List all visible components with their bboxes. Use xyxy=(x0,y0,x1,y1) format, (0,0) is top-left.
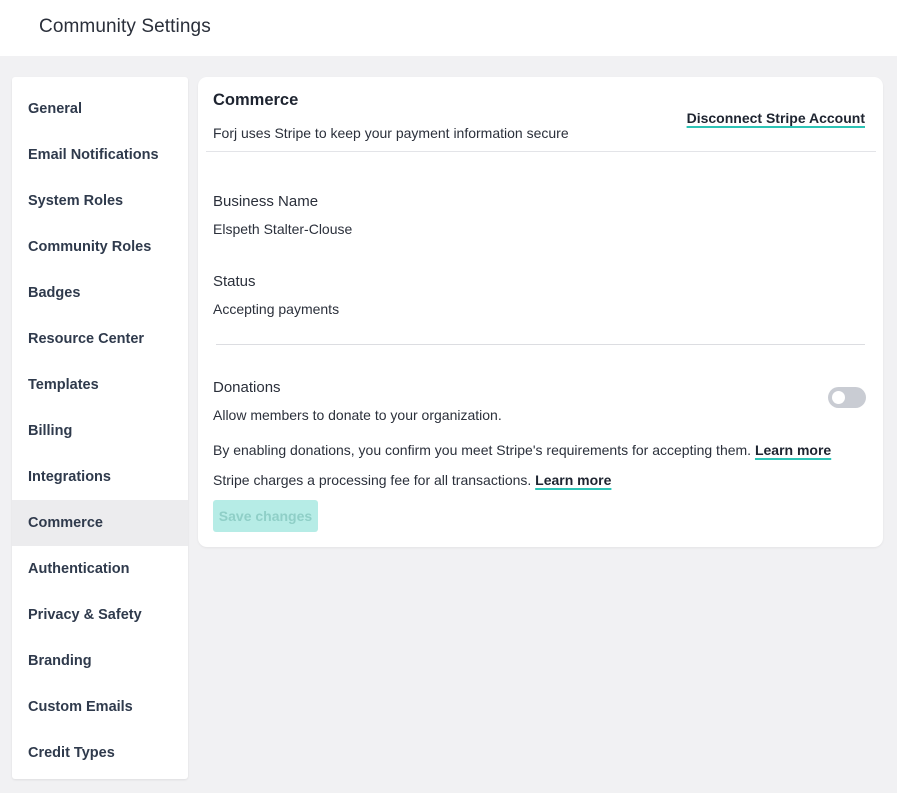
top-header: Community Settings xyxy=(0,0,897,56)
commerce-subtitle: Forj uses Stripe to keep your payment in… xyxy=(213,125,569,141)
sidebar-item-credit-types[interactable]: Credit Types xyxy=(12,730,188,776)
commerce-title: Commerce xyxy=(213,91,299,109)
requirements-text: By enabling donations, you confirm you m… xyxy=(213,442,752,458)
settings-sidebar: General Email Notifications System Roles… xyxy=(12,77,188,779)
donations-label: Donations xyxy=(213,379,281,396)
sidebar-item-templates[interactable]: Templates xyxy=(12,362,188,408)
donations-toggle[interactable] xyxy=(828,387,866,408)
sidebar-item-privacy-safety[interactable]: Privacy & Safety xyxy=(12,592,188,638)
processing-fee-text: Stripe charges a processing fee for all … xyxy=(213,472,611,488)
fee-learn-more-link[interactable]: Learn more xyxy=(535,472,611,488)
sidebar-item-integrations[interactable]: Integrations xyxy=(12,454,188,500)
sidebar-item-badges[interactable]: Badges xyxy=(12,270,188,316)
sidebar-item-branding[interactable]: Branding xyxy=(12,638,188,684)
sidebar-item-commerce[interactable]: Commerce xyxy=(12,500,188,546)
commerce-panel: Commerce Forj uses Stripe to keep your p… xyxy=(198,77,883,547)
save-changes-button[interactable]: Save changes xyxy=(213,500,318,532)
business-name-label: Business Name xyxy=(213,193,319,210)
sidebar-item-community-roles[interactable]: Community Roles xyxy=(12,224,188,270)
sidebar-item-authentication[interactable]: Authentication xyxy=(12,546,188,592)
fee-text: Stripe charges a processing fee for all … xyxy=(213,472,532,488)
status-label: Status xyxy=(213,273,256,290)
sidebar-item-resource-center[interactable]: Resource Center xyxy=(12,316,188,362)
disconnect-stripe-link[interactable]: Disconnect Stripe Account xyxy=(687,110,865,126)
donations-description: Allow members to donate to your organiza… xyxy=(213,407,502,423)
requirements-learn-more-link[interactable]: Learn more xyxy=(755,442,831,458)
sidebar-item-email-notifications[interactable]: Email Notifications xyxy=(12,132,188,178)
section-divider xyxy=(216,344,865,345)
sidebar-item-system-roles[interactable]: System Roles xyxy=(12,178,188,224)
sidebar-item-billing[interactable]: Billing xyxy=(12,408,188,454)
status-value: Accepting payments xyxy=(213,301,340,317)
page-title: Community Settings xyxy=(39,16,211,37)
sidebar-item-general[interactable]: General xyxy=(12,86,188,132)
sidebar-item-custom-emails[interactable]: Custom Emails xyxy=(12,684,188,730)
donations-requirements-text: By enabling donations, you confirm you m… xyxy=(213,442,831,458)
business-name-value: Elspeth Stalter-Clouse xyxy=(213,221,353,237)
header-divider xyxy=(206,151,876,152)
toggle-knob xyxy=(832,391,845,404)
